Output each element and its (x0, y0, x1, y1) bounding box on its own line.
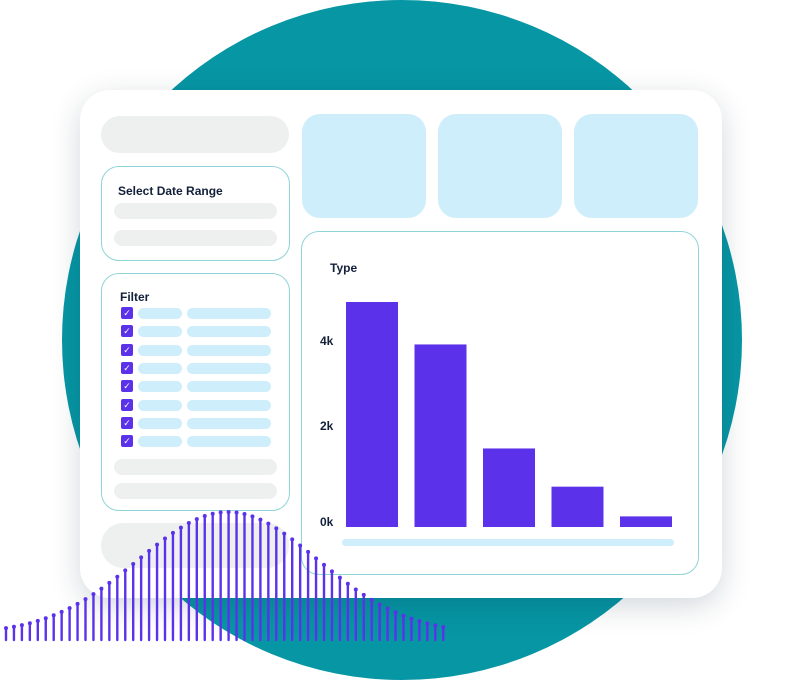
wave-dot (433, 623, 438, 628)
wave-dot (210, 511, 215, 516)
wave-dot (226, 510, 231, 515)
wave-dot (250, 514, 255, 519)
wave-dot (218, 510, 223, 515)
wave-dot (139, 555, 144, 560)
wave-dot (266, 521, 271, 526)
wave-dot (242, 512, 247, 517)
chart-bar[interactable] (620, 516, 672, 527)
wave-dot (163, 536, 167, 541)
wave-dot (377, 602, 382, 607)
chart-bar[interactable] (483, 448, 535, 527)
wave-dot (409, 616, 414, 621)
wave-dot (51, 613, 56, 618)
wave-dot (369, 597, 374, 602)
wave-dot (290, 537, 295, 542)
wave-dot (75, 601, 80, 606)
wave-dot (282, 531, 287, 536)
chart-bar[interactable] (346, 302, 398, 527)
wave-dot (322, 562, 326, 567)
wave-dot (11, 624, 16, 629)
wave-dot (258, 517, 263, 522)
wave-dot (401, 613, 406, 618)
wave-dot (314, 556, 319, 561)
wave-dot (345, 581, 350, 586)
wave-dot (329, 569, 334, 574)
wave-dot (131, 561, 136, 566)
wave-dot (67, 606, 72, 611)
wave-dot (147, 548, 152, 553)
wave-dot (202, 514, 207, 519)
wave-dot (83, 597, 88, 602)
wave-dot (417, 619, 422, 624)
wave-dot (170, 530, 175, 535)
wave-dot (123, 568, 128, 573)
wave-dot (393, 610, 398, 615)
wave-dot (115, 574, 120, 579)
wave-dot (99, 586, 104, 591)
wave-dot (107, 580, 112, 585)
wave-dot (425, 621, 430, 626)
wave-dot (337, 575, 342, 580)
wave-dot (43, 616, 48, 621)
wave-dot (353, 587, 358, 592)
wave-dot (194, 517, 199, 522)
wave-dot (274, 526, 279, 531)
wave-dot (27, 621, 32, 626)
wave-dot (186, 521, 191, 526)
chart-bar[interactable] (551, 486, 604, 527)
wave-dot (59, 609, 64, 614)
wave-dot (441, 625, 446, 630)
wave-dot (298, 543, 303, 548)
wave-dot (35, 618, 40, 623)
wave-dot (385, 606, 390, 611)
wave-dot (19, 623, 24, 628)
wave-dot (361, 592, 366, 597)
wave-dot (91, 592, 96, 597)
wave-dot (234, 510, 239, 515)
wave-dot (155, 542, 160, 547)
wave-dot (178, 525, 183, 530)
wave-dot (4, 626, 8, 631)
wave-decoration (4, 510, 446, 642)
wave-dot (306, 549, 311, 554)
